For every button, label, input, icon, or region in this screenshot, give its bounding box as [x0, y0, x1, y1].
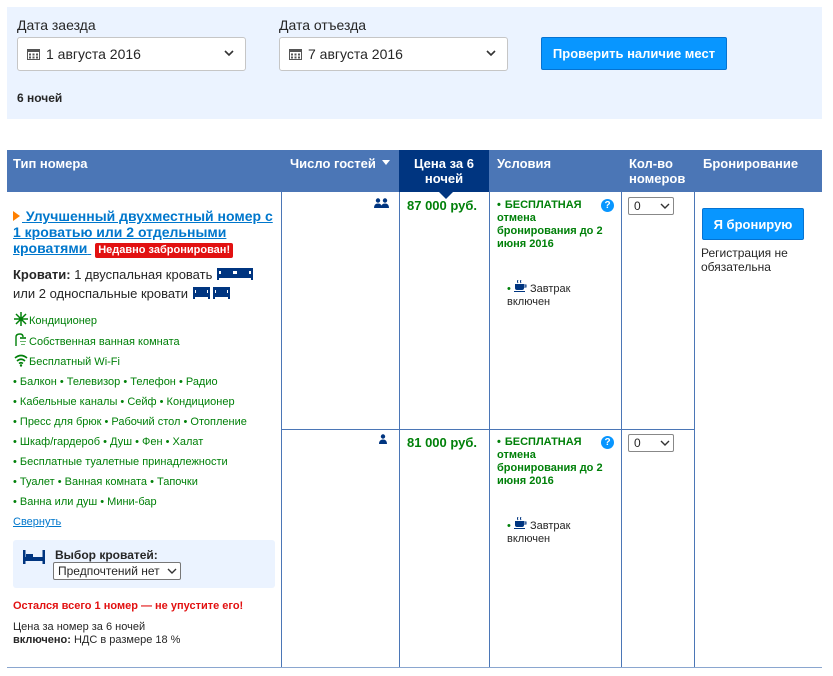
chevron-down-icon — [224, 50, 234, 57]
column-divider — [399, 192, 400, 668]
room-quantity-value: 0 — [634, 199, 641, 213]
amenity-line: • Балкон • Телевизор • Телефон • Радио — [13, 376, 218, 388]
room-quantity-select[interactable]: 0 — [628, 197, 674, 215]
chevron-down-icon — [167, 568, 177, 574]
table-header: Тип номера Число гостей Цена за 6 ночей … — [7, 150, 822, 199]
header-guests-label: Число гостей — [290, 156, 376, 171]
amenity-line: • Пресс для брюк • Рабочий стол • Отопле… — [13, 416, 247, 428]
chevron-down-icon — [486, 50, 496, 57]
amenity-line: • Ванна или душ • Мини-бар — [13, 496, 157, 508]
sort-down-icon — [382, 160, 391, 165]
chevron-down-icon — [660, 440, 670, 446]
checkin-label: Дата заезда — [17, 17, 96, 33]
row-divider — [282, 429, 694, 430]
offer-price: 87 000 руб. — [407, 198, 478, 213]
free-cancellation: • БЕСПЛАТНАЯ отмена бронирования до 2 июн… — [497, 199, 603, 250]
header-quantity: Кол-во номеров — [629, 156, 686, 186]
calendar-icon — [289, 49, 302, 60]
help-icon[interactable]: ? — [601, 436, 614, 449]
bed-preference-label: Выбор кроватей: — [55, 548, 158, 562]
facility-label: Кондиционер — [29, 315, 98, 327]
facility-label: Собственная ванная комната — [29, 336, 180, 348]
snowflake-icon — [14, 312, 28, 326]
coffee-cup-icon — [513, 279, 527, 292]
facility-label: Бесплатный Wi-Fi — [29, 356, 120, 368]
column-divider — [489, 192, 490, 668]
offer-price: 81 000 руб. — [407, 435, 478, 450]
header-price[interactable]: Цена за 6 ночей — [399, 150, 489, 199]
help-icon[interactable]: ? — [601, 199, 614, 212]
bed-icon — [23, 550, 45, 564]
cancellation-text: БЕСПЛАТНАЯ отмена бронирования до 2 июня… — [497, 436, 603, 487]
one-guest-icon — [379, 434, 387, 444]
wifi-icon — [14, 354, 28, 367]
checkout-date-value: 7 августа 2016 — [308, 46, 403, 62]
rooms-table: Тип номера Число гостей Цена за 6 ночей … — [7, 150, 822, 668]
check-availability-button[interactable]: Проверить наличие мест — [541, 37, 727, 70]
double-bed-icon — [216, 268, 253, 280]
price-note-vat: НДС в размере 18 % — [70, 634, 181, 646]
checkin-date-value: 1 августа 2016 — [46, 46, 141, 62]
collapse-link[interactable]: Свернуть — [13, 516, 61, 528]
amenity-line: • Шкаф/гардероб • Душ • Фен • Халат — [13, 436, 204, 448]
column-divider — [621, 192, 622, 668]
price-note-line: Цена за номер за 6 ночей — [13, 621, 146, 633]
facility-wifi: Бесплатный Wi-Fi — [13, 353, 120, 369]
beds-option-double: 1 двуспальная кровать — [74, 267, 213, 282]
header-conditions: Условия — [497, 156, 552, 171]
column-divider — [281, 192, 282, 668]
header-guests[interactable]: Число гостей — [284, 150, 400, 192]
amenity-line: • Бесплатные туалетные принадлежности — [13, 456, 228, 468]
room-quantity-select[interactable]: 0 — [628, 434, 674, 452]
meal-plan: • Завтрак включен — [507, 516, 597, 546]
beds-option-twin: или 2 односпальные кровати — [13, 286, 189, 301]
bed-preference-select[interactable]: Предпочтений нет — [53, 562, 181, 580]
free-cancellation: • БЕСПЛАТНАЯ отмена бронирования до 2 июн… — [497, 436, 603, 487]
triangle-right-icon — [13, 211, 20, 221]
chevron-down-icon — [660, 203, 670, 209]
two-guests-icon — [374, 198, 389, 208]
checkout-label: Дата отъезда — [279, 17, 367, 33]
cancellation-text: БЕСПЛАТНАЯ отмена бронирования до 2 июня… — [497, 199, 603, 250]
amenity-line: • Кабельные каналы • Сейф • Кондиционер — [13, 396, 235, 408]
book-now-button[interactable]: Я бронирую — [702, 208, 804, 240]
price-note-included: включено: — [13, 634, 71, 646]
calendar-icon — [27, 49, 40, 60]
amenity-line: • Туалет • Ванная комната • Тапочки — [13, 476, 198, 488]
bed-preference-value: Предпочтений нет — [58, 564, 160, 578]
table-bottom-border — [7, 667, 822, 668]
meal-plan: • Завтрак включен — [507, 279, 597, 309]
date-search-panel: Дата заезда 1 августа 2016 Дата отъезда … — [7, 7, 822, 119]
twin-beds-icon — [192, 287, 230, 299]
checkout-date-select[interactable]: 7 августа 2016 — [279, 37, 508, 71]
header-booking: Бронирование — [703, 156, 799, 171]
room-quantity-value: 0 — [634, 436, 641, 450]
bed-types: Кровати: 1 двуспальная кровать или 2 одн… — [13, 265, 281, 303]
price-note: Цена за номер за 6 ночей включено: НДС в… — [13, 621, 180, 647]
column-divider — [694, 192, 695, 668]
bed-preference-panel: Выбор кроватей: Предпочтений нет — [13, 540, 275, 588]
recently-booked-badge: Недавно забронирован! — [95, 243, 234, 258]
shower-icon — [15, 333, 26, 346]
beds-label: Кровати: — [13, 267, 71, 282]
registration-note: Регистрация не обязательна — [701, 246, 788, 274]
scarcity-message: Остался всего 1 номер — не упустите его! — [13, 600, 244, 612]
checkin-date-select[interactable]: 1 августа 2016 — [17, 37, 246, 71]
coffee-cup-icon — [513, 516, 527, 529]
room-name-link[interactable]: Улучшенный двухместный номер с 1 кровать… — [13, 208, 275, 258]
header-room-type: Тип номера — [13, 156, 88, 171]
nights-count: 6 ночей — [17, 91, 63, 105]
facility-aircon: Кондиционер — [13, 312, 97, 328]
facility-bathroom: Собственная ванная комната — [13, 333, 180, 349]
